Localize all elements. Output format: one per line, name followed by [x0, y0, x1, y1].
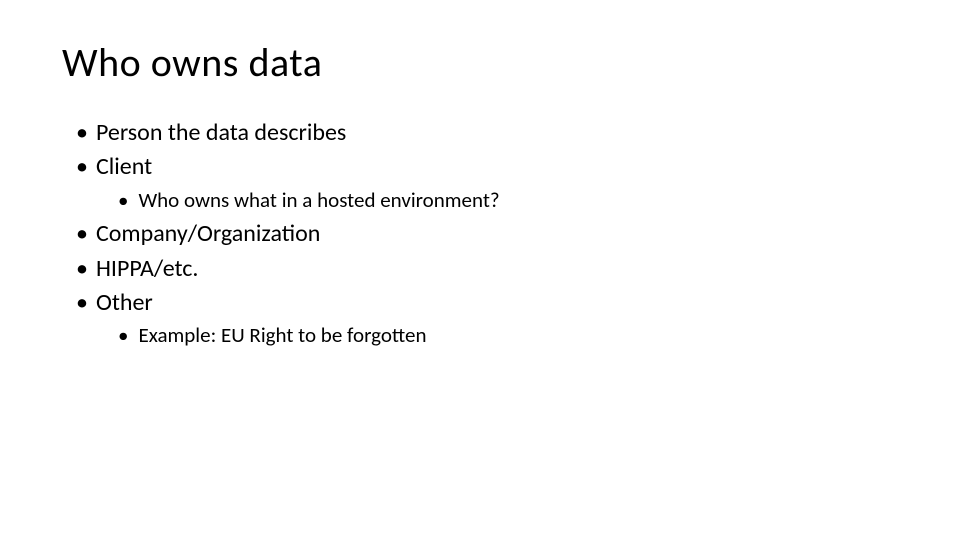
bullet-icon: • [76, 253, 88, 285]
bullet-text: Company/Organization [96, 218, 320, 250]
bullet-text: Example: EU Right to be forgotten [138, 321, 426, 349]
slide-title: Who owns data [62, 38, 898, 87]
bullet-text: HIPPA/etc. [96, 253, 199, 285]
bullet-text: Other [96, 287, 153, 319]
bullet-icon: • [76, 117, 88, 149]
list-item: • Other [62, 287, 898, 319]
list-item: • HIPPA/etc. [62, 253, 898, 285]
bullet-text: Client [96, 151, 152, 183]
list-item: • Who owns what in a hosted environment? [62, 186, 898, 214]
slide-content: • Person the data describes • Client • W… [62, 117, 898, 350]
bullet-icon: • [76, 287, 88, 319]
bullet-icon: • [76, 151, 88, 183]
bullet-icon: • [118, 321, 128, 349]
bullet-text: Who owns what in a hosted environment? [138, 186, 499, 214]
list-item: • Example: EU Right to be forgotten [62, 321, 898, 349]
list-item: • Company/Organization [62, 218, 898, 250]
bullet-icon: • [118, 186, 128, 214]
bullet-text: Person the data describes [96, 117, 346, 149]
list-item: • Client [62, 151, 898, 183]
list-item: • Person the data describes [62, 117, 898, 149]
bullet-list: • Person the data describes • Client • W… [62, 117, 898, 350]
bullet-icon: • [76, 218, 88, 250]
